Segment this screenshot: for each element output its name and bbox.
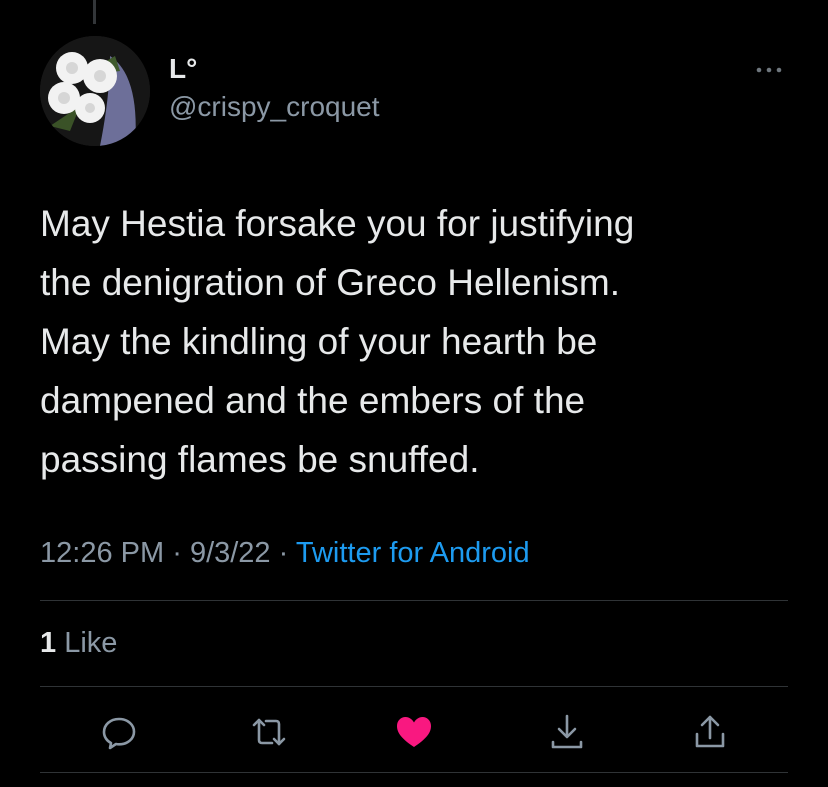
more-options-icon[interactable]	[754, 60, 784, 80]
like-icon[interactable]	[394, 712, 434, 752]
avatar-flowers-image	[40, 36, 150, 146]
tweet-date[interactable]: 9/3/22	[190, 537, 271, 569]
author-block[interactable]: L° @crispy_croquet	[169, 52, 380, 124]
meta-separator: ·	[172, 537, 182, 569]
tweet-meta: 12:26 PM · 9/3/22 · Twitter for Android	[40, 534, 530, 572]
likes-count: 1	[40, 627, 57, 659]
divider	[40, 686, 788, 687]
likes-stat[interactable]: 1 Like	[40, 624, 117, 662]
likes-label: Like	[64, 627, 118, 659]
retweet-icon[interactable]	[249, 712, 289, 752]
display-name[interactable]: L°	[169, 52, 380, 86]
tweet-source-link[interactable]: Twitter for Android	[296, 537, 530, 569]
user-handle[interactable]: @crispy_croquet	[169, 90, 380, 124]
share-icon[interactable]	[690, 712, 730, 752]
meta-separator: ·	[278, 537, 289, 569]
reply-icon[interactable]	[99, 712, 139, 752]
download-icon[interactable]	[547, 712, 587, 752]
avatar[interactable]	[40, 36, 150, 146]
divider	[40, 772, 788, 773]
thread-connector-line	[93, 0, 96, 24]
tweet-time[interactable]: 12:26 PM	[40, 537, 164, 569]
tweet-text: May Hestia forsake you for justifying th…	[40, 203, 635, 480]
divider	[40, 600, 788, 601]
